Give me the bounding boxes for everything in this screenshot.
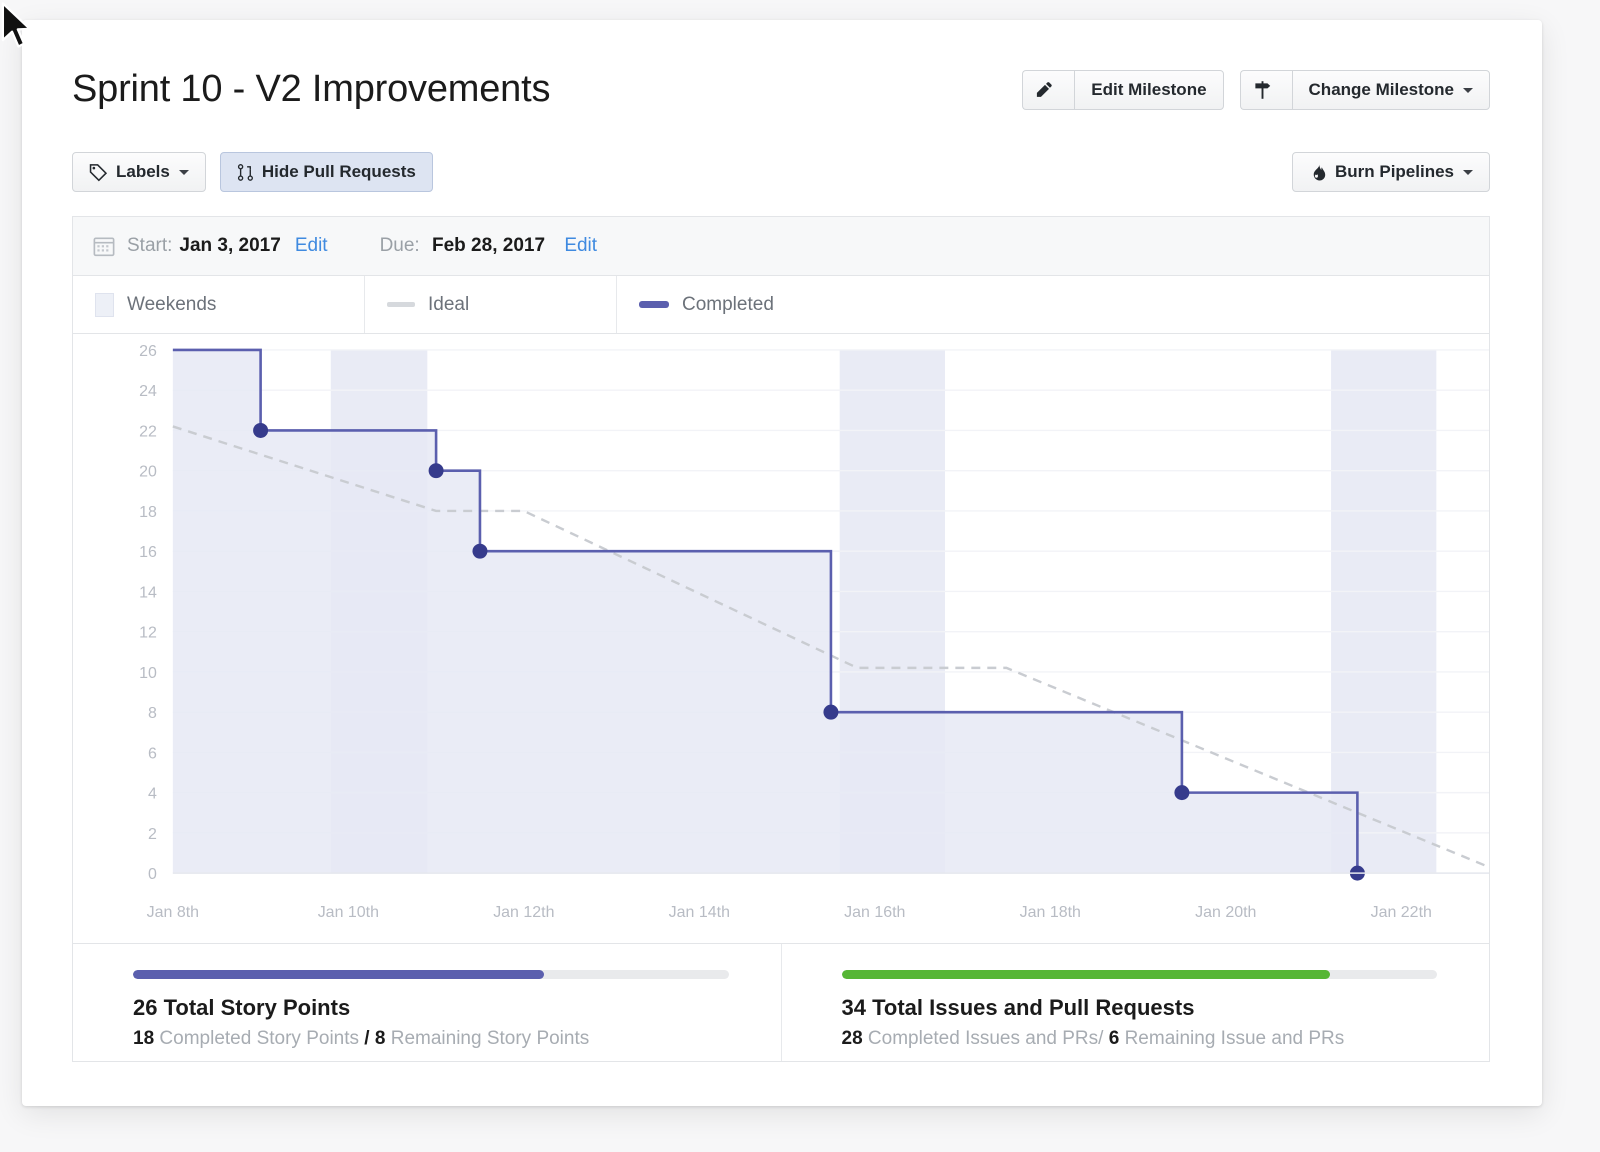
change-milestone-label: Change Milestone [1308,80,1454,99]
y-axis-tick-label: 22 [139,423,157,440]
completed-data-point [823,704,839,720]
due-date-value: Feb 28, 2017 [432,235,546,256]
completed-data-point [253,422,269,438]
legend-item-ideal[interactable]: Ideal [365,276,617,333]
story-points-stat: 26 Total Story Points 18 Completed Story… [73,944,782,1061]
chevron-down-icon [1463,87,1473,93]
story-points-remaining-text: Remaining Story Points [390,1028,590,1049]
legend-item-weekends[interactable]: Weekends [73,276,365,333]
y-axis-tick-label: 6 [148,745,157,762]
start-date-value: Jan 3, 2017 [179,235,281,256]
burn-pipelines-label: Burn Pipelines [1334,162,1454,181]
story-points-progress-track [133,970,729,979]
labels-label: Labels [116,162,170,181]
header: Sprint 10 - V2 Improvements Edit Milesto… [22,20,1542,192]
x-axis-tick-label: Jan 14th [669,904,730,921]
y-axis-tick-label: 20 [139,464,157,481]
ideal-swatch-icon [387,302,415,307]
legend-label-ideal: Ideal [428,293,470,315]
start-date-label: Start: [127,235,173,256]
edit-milestone-button[interactable]: Edit Milestone [1074,70,1224,110]
issues-total: 34 Total Issues and Pull Requests [841,995,1195,1020]
calendar-icon [93,235,115,257]
completed-data-point [1174,785,1190,801]
burn-pipelines-button[interactable]: Burn Pipelines [1291,152,1490,192]
story-points-breakdown: 18 Completed Story Points / 8 Remaining … [133,1028,729,1050]
hide-pull-requests-button[interactable]: Hide Pull Requests [219,152,433,192]
x-axis-tick-label: Jan 12th [493,904,554,921]
page-title: Sprint 10 - V2 Improvements [72,68,551,110]
x-axis-tick-label: Jan 8th [147,904,199,921]
y-axis-tick-label: 10 [139,665,157,682]
issues-breakdown: 28 Completed Issues and PRs/ 6 Remaining… [842,1028,1438,1050]
top-action-buttons: Edit Milestone Change Milestone [1022,70,1490,110]
hide-pull-requests-label: Hide Pull Requests [261,162,416,181]
edit-milestone-icon-button[interactable] [1022,70,1075,110]
legend-item-completed[interactable]: Completed [617,276,774,333]
issues-completed-count: 28 [841,1028,863,1049]
milestone-date-bar: Start: Jan 3, 2017 Edit Due: Feb 28, 201… [72,216,1490,276]
issues-progress-fill [841,970,1330,979]
secondary-toolbar: Labels Hide Pull Requests Burn Pipelines [72,152,1490,192]
y-axis-tick-label: 26 [139,343,157,360]
weekend-swatch-icon [95,292,114,317]
chart-legend: Weekends Ideal Completed [72,276,1490,334]
tag-icon [89,163,108,182]
chevron-down-icon [1463,169,1473,175]
y-axis-tick-label: 8 [148,705,157,722]
story-points-completed-count: 18 [133,1028,155,1049]
story-points-remaining-count: 8 [374,1028,386,1049]
story-points-separator: / [364,1028,370,1049]
mouse-cursor [1,2,31,48]
issues-remaining-count: 6 [1108,1028,1120,1049]
labels-button[interactable]: Labels [72,152,206,192]
edit-milestone-group: Edit Milestone [1022,70,1224,110]
story-points-total: 26 Total Story Points [133,995,351,1020]
x-axis-tick-label: Jan 20th [1195,904,1256,921]
legend-label-weekends: Weekends [127,293,217,315]
y-axis-tick-label: 2 [148,826,157,843]
legend-label-completed: Completed [682,293,774,315]
milestone-burndown-card: Sprint 10 - V2 Improvements Edit Milesto… [22,20,1542,1106]
y-axis-tick-label: 18 [139,504,157,521]
change-milestone-button[interactable]: Change Milestone [1291,70,1490,110]
change-milestone-group: Change Milestone [1239,70,1490,110]
story-points-progress-fill [133,970,544,979]
due-date-label: Due: [379,235,420,256]
issues-completed-text: Completed Issues and PRs/ [867,1028,1104,1049]
pencil-icon [1035,81,1054,100]
y-axis-tick-label: 24 [139,383,157,400]
completed-data-point [428,463,444,479]
story-points-completed-text: Completed Story Points [159,1028,360,1049]
edit-due-date-link[interactable]: Edit [564,235,597,256]
issues-stat: 34 Total Issues and Pull Requests 28 Com… [782,944,1490,1061]
completed-data-point [472,543,488,559]
y-axis-tick-label: 16 [139,544,157,561]
screen: Sprint 10 - V2 Improvements Edit Milesto… [0,0,1600,1152]
summary-stats: 26 Total Story Points 18 Completed Story… [72,944,1490,1062]
completed-swatch-icon [639,301,669,308]
x-axis-tick-label: Jan 16th [844,904,905,921]
x-axis-tick-label: Jan 10th [318,904,379,921]
filter-buttons: Labels Hide Pull Requests [72,152,433,192]
x-axis-tick-label: Jan 22th [1371,904,1432,921]
change-milestone-icon-button[interactable] [1239,70,1292,110]
y-axis-tick-label: 14 [139,584,157,601]
flame-icon [1309,162,1327,182]
burndown-chart[interactable]: 0 2 4 6 8 10 12 14 16 18 20 22 24 26 Jan 8th Jan 10th Ja… [72,334,1490,944]
pull-request-icon [237,163,254,182]
due-date-group: Due: Feb 28, 2017 Edit [380,235,597,257]
burndown-chart-svg: 02468101214161820222426Jan 8th Jan 10th Ja… [139,343,1489,921]
y-axis-tick-label: 0 [148,866,157,883]
milestone-signpost-icon [1253,80,1272,100]
issues-remaining-text: Remaining Issue and PRs [1124,1028,1345,1049]
issues-progress-track [841,970,1437,979]
chevron-down-icon [178,169,189,175]
edit-start-date-link[interactable]: Edit [295,235,328,257]
y-axis-tick-label: 12 [139,625,157,642]
x-axis-tick-label: Jan 18th [1020,904,1081,921]
y-axis-tick-label: 4 [148,786,157,803]
